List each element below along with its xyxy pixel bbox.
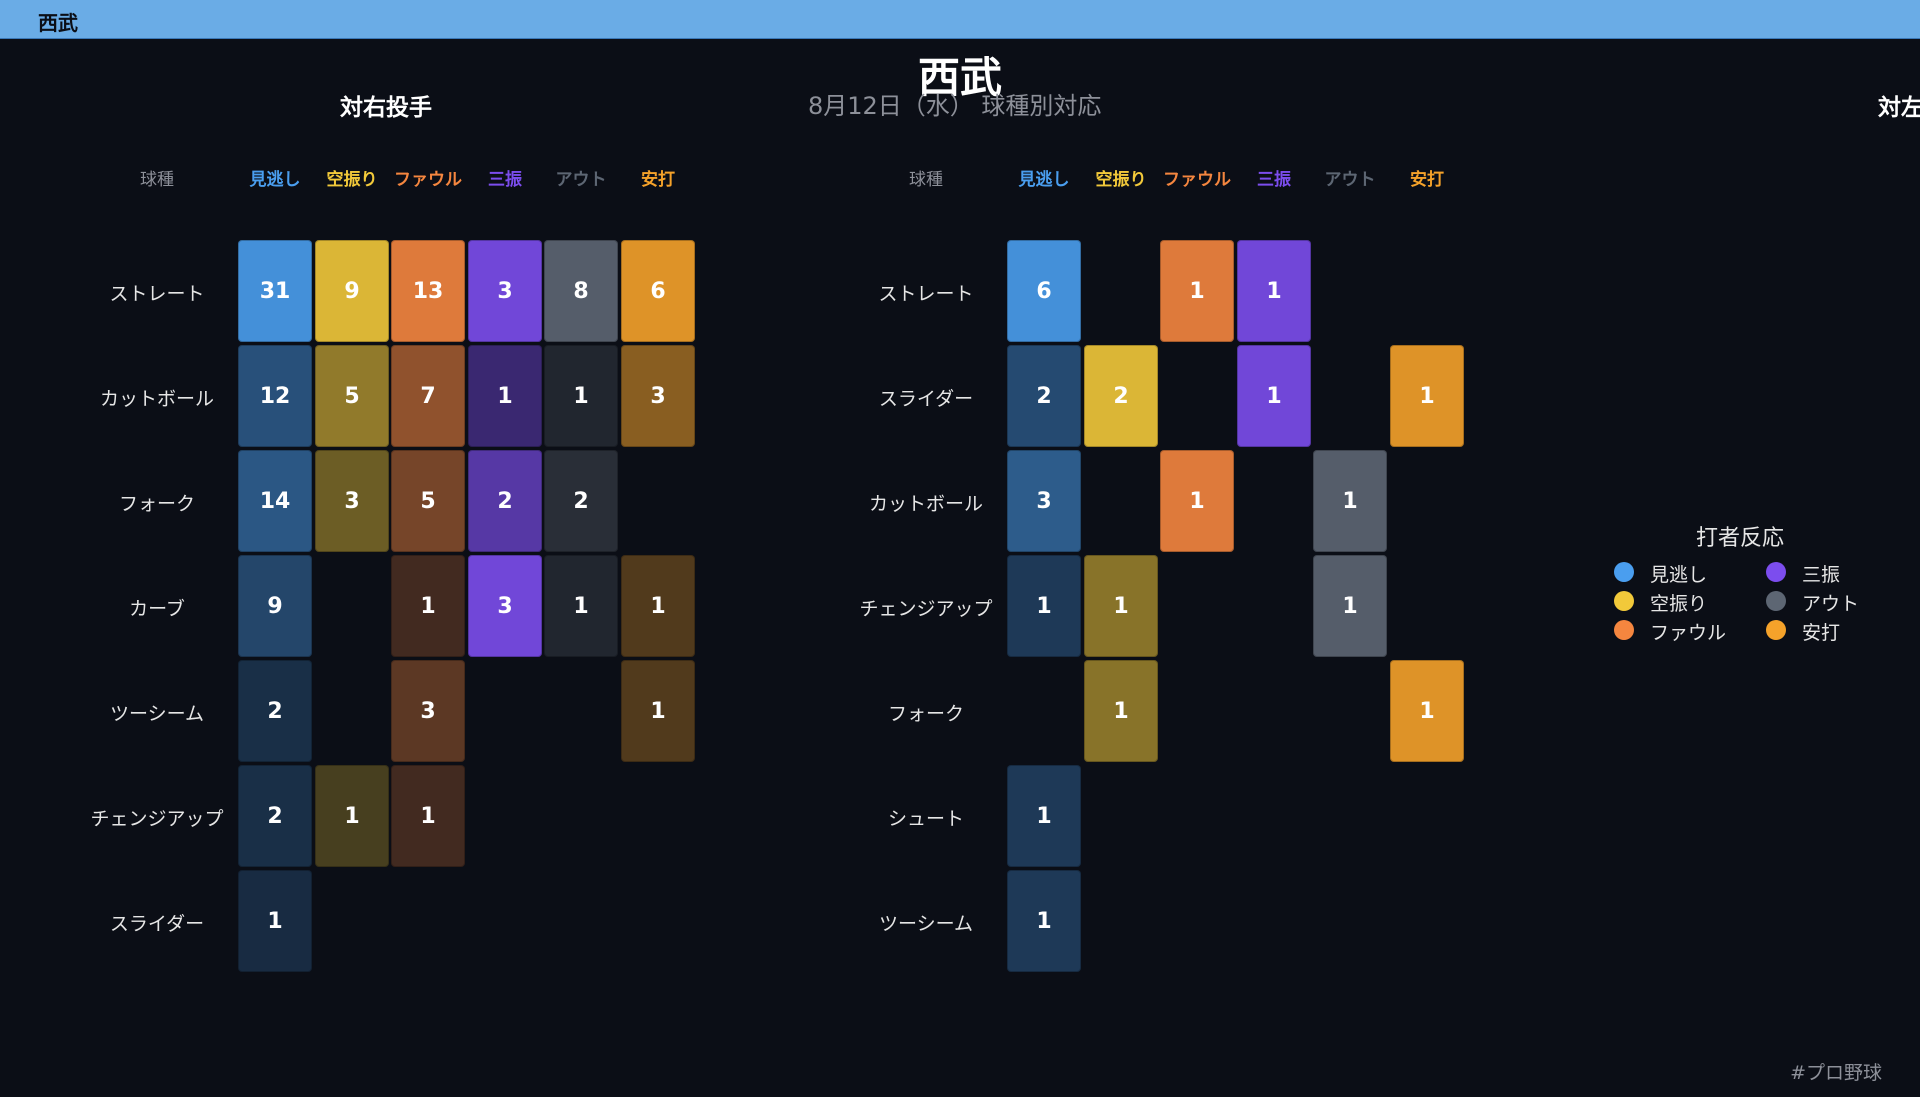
legend-label: 見逃し xyxy=(1650,564,1708,586)
row-label: カットボール xyxy=(868,493,983,515)
heatmap-cell: 1 xyxy=(1007,555,1081,657)
row-label: ストレート xyxy=(878,283,974,305)
row-label: チェンジアップ xyxy=(859,598,993,620)
heatmap-cell: 1 xyxy=(1084,660,1158,762)
heatmap-cell: 1 xyxy=(1007,765,1081,867)
legend-swatch xyxy=(1614,562,1634,582)
row-label: ツーシーム xyxy=(878,913,974,935)
heatmap-cell: 2 xyxy=(1007,345,1081,447)
legend-label: 安打 xyxy=(1802,622,1841,644)
heatmap-cell: 1 xyxy=(1237,240,1311,342)
heatmap-cell: 1 xyxy=(1007,870,1081,972)
hashtag: #プロ野球 xyxy=(1790,1062,1882,1084)
legend-swatch xyxy=(1766,620,1786,640)
legend-swatch xyxy=(1614,591,1634,611)
heatmap-cell: 1 xyxy=(1160,240,1234,342)
heatmap-cell: 1 xyxy=(1160,450,1234,552)
heatmap-cell: 3 xyxy=(1007,450,1081,552)
legend-label: アウト xyxy=(1802,593,1860,615)
legend-label: 三振 xyxy=(1802,564,1841,586)
row-label: シュート xyxy=(887,808,964,830)
heatmap-cell: 1 xyxy=(1237,345,1311,447)
legend-title: 打者反応 xyxy=(1695,526,1784,551)
heatmap-cell: 2 xyxy=(1084,345,1158,447)
heatmap-cell: 1 xyxy=(1390,345,1464,447)
column-header: 安打 xyxy=(1410,170,1444,190)
heatmap-cell: 1 xyxy=(1313,555,1387,657)
legend-swatch xyxy=(1766,562,1786,582)
heatmap-cell: 1 xyxy=(1390,660,1464,762)
heatmap-cell: 1 xyxy=(1313,450,1387,552)
panel-title: 対左投手 xyxy=(1878,95,1920,121)
heatmap-cell: 6 xyxy=(1007,240,1081,342)
legend-label: ファウル xyxy=(1650,622,1727,644)
legend-swatch xyxy=(1766,591,1786,611)
row-label: フォーク xyxy=(887,703,964,725)
legend-label: 空振り xyxy=(1650,593,1708,615)
row-label: スライダー xyxy=(878,388,974,410)
legend-swatch xyxy=(1614,620,1634,640)
heatmap-cell: 1 xyxy=(1084,555,1158,657)
